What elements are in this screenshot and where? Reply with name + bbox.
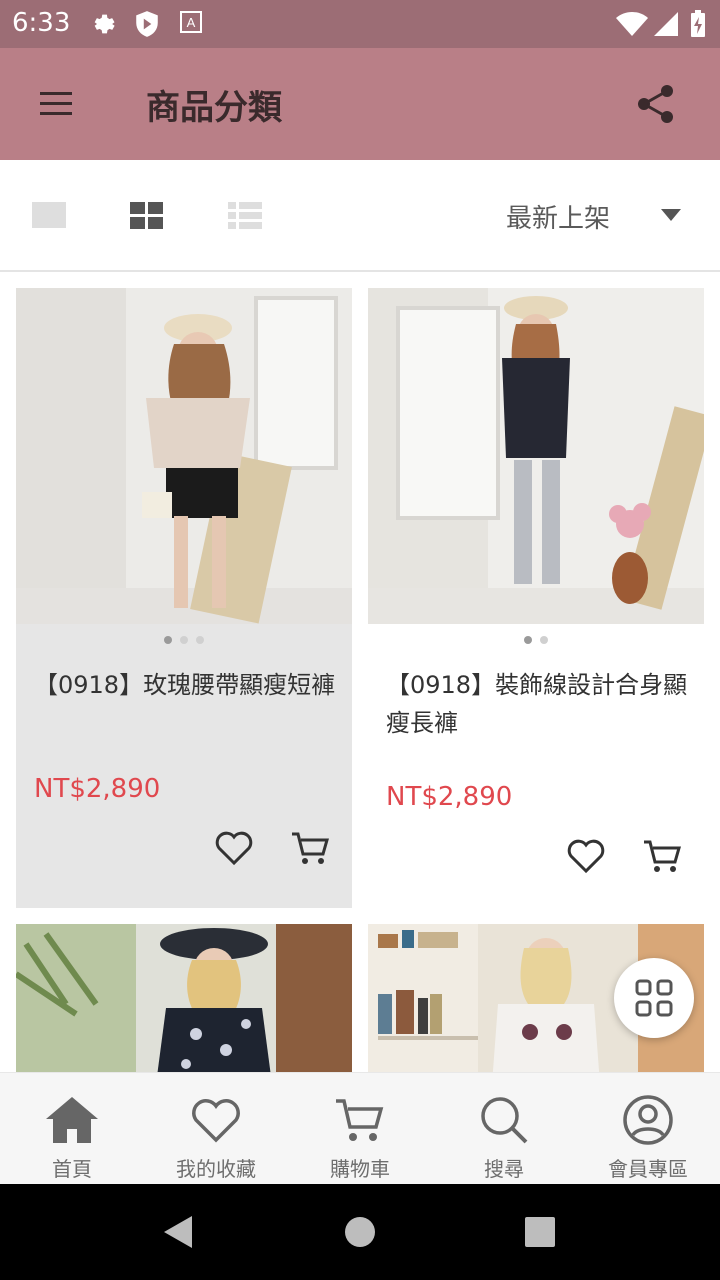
product-card[interactable]: 【0918】裝飾線設計合身顯瘦長褲 NT$2,890 <box>368 288 704 908</box>
system-navigation-bar <box>0 1184 720 1280</box>
nav-item-home[interactable]: 首頁 <box>0 1073 144 1185</box>
nav-label: 我的收藏 <box>176 1157 256 1181</box>
bottom-navigation: 首頁 我的收藏 購物車 搜尋 會員專區 <box>0 1072 720 1184</box>
product-info[interactable]: 【0918】裝飾線設計合身顯瘦長褲 NT$2,890 <box>368 624 704 908</box>
share-icon[interactable] <box>634 82 678 126</box>
nav-label: 首頁 <box>52 1157 92 1181</box>
shield-icon <box>136 11 158 37</box>
page-title: 商品分類 <box>146 88 282 128</box>
accessibility-icon: A <box>180 11 202 33</box>
product-price: NT$2,890 <box>386 782 513 812</box>
status-time: 6:33 <box>12 8 71 38</box>
nav-item-cart[interactable]: 購物車 <box>288 1073 432 1185</box>
heart-icon[interactable] <box>214 828 254 868</box>
status-bar: 6:33 A <box>0 0 720 48</box>
apps-grid-icon <box>635 979 673 1017</box>
home-icon <box>46 1097 98 1143</box>
recents-icon[interactable] <box>524 1216 556 1248</box>
home-button-icon[interactable] <box>344 1216 376 1248</box>
category-grid-button[interactable] <box>614 958 694 1038</box>
nav-label: 會員專區 <box>608 1157 688 1181</box>
heart-icon <box>192 1099 240 1143</box>
search-icon <box>481 1097 528 1144</box>
nav-label: 購物車 <box>330 1157 390 1181</box>
product-price: NT$2,890 <box>34 774 161 804</box>
pager-dot <box>196 636 204 644</box>
wifi-icon <box>616 12 648 36</box>
product-image[interactable] <box>368 288 704 624</box>
signal-icon <box>654 12 678 36</box>
product-name: 【0918】裝飾線設計合身顯瘦長褲 <box>386 671 688 737</box>
pager-dot <box>524 636 532 644</box>
pager-dot <box>540 636 548 644</box>
pager-dot <box>180 636 188 644</box>
view-sort-bar: 最新上架 <box>0 160 720 272</box>
image-pager-dots <box>368 636 704 644</box>
list-view-icon[interactable] <box>226 200 264 232</box>
image-pager-dots <box>16 636 352 644</box>
back-icon[interactable] <box>162 1216 194 1248</box>
nav-item-member[interactable]: 會員專區 <box>576 1073 720 1185</box>
pager-dot <box>164 636 172 644</box>
sort-dropdown[interactable]: 最新上架 <box>506 198 610 235</box>
single-view-icon[interactable] <box>32 200 68 230</box>
product-image[interactable] <box>16 288 352 624</box>
nav-label: 搜尋 <box>484 1157 524 1181</box>
product-info[interactable]: 【0918】玫瑰腰帶顯瘦短褲 NT$2,890 <box>16 624 352 908</box>
chevron-down-icon[interactable] <box>660 208 682 222</box>
account-icon <box>623 1095 673 1145</box>
product-card[interactable]: 【0918】玫瑰腰帶顯瘦短褲 NT$2,890 <box>16 288 352 908</box>
settings-icon <box>94 14 115 34</box>
cart-icon <box>336 1099 384 1141</box>
battery-icon <box>691 10 705 37</box>
app-bar: 商品分類 <box>0 48 720 160</box>
heart-icon[interactable] <box>566 836 606 876</box>
cart-icon[interactable] <box>290 828 330 868</box>
menu-icon[interactable] <box>36 84 76 124</box>
svg-text:A: A <box>187 15 196 30</box>
product-image[interactable] <box>16 924 352 1072</box>
product-name: 【0918】玫瑰腰帶顯瘦短褲 <box>34 671 336 699</box>
product-grid: 【0918】玫瑰腰帶顯瘦短褲 NT$2,890 【0918】裝飾線設計合身顯瘦長… <box>0 272 720 1072</box>
product-card[interactable] <box>16 924 352 1072</box>
nav-item-search[interactable]: 搜尋 <box>432 1073 576 1185</box>
nav-item-favorites[interactable]: 我的收藏 <box>144 1073 288 1185</box>
grid-view-icon[interactable] <box>128 200 166 232</box>
cart-icon[interactable] <box>642 836 682 876</box>
